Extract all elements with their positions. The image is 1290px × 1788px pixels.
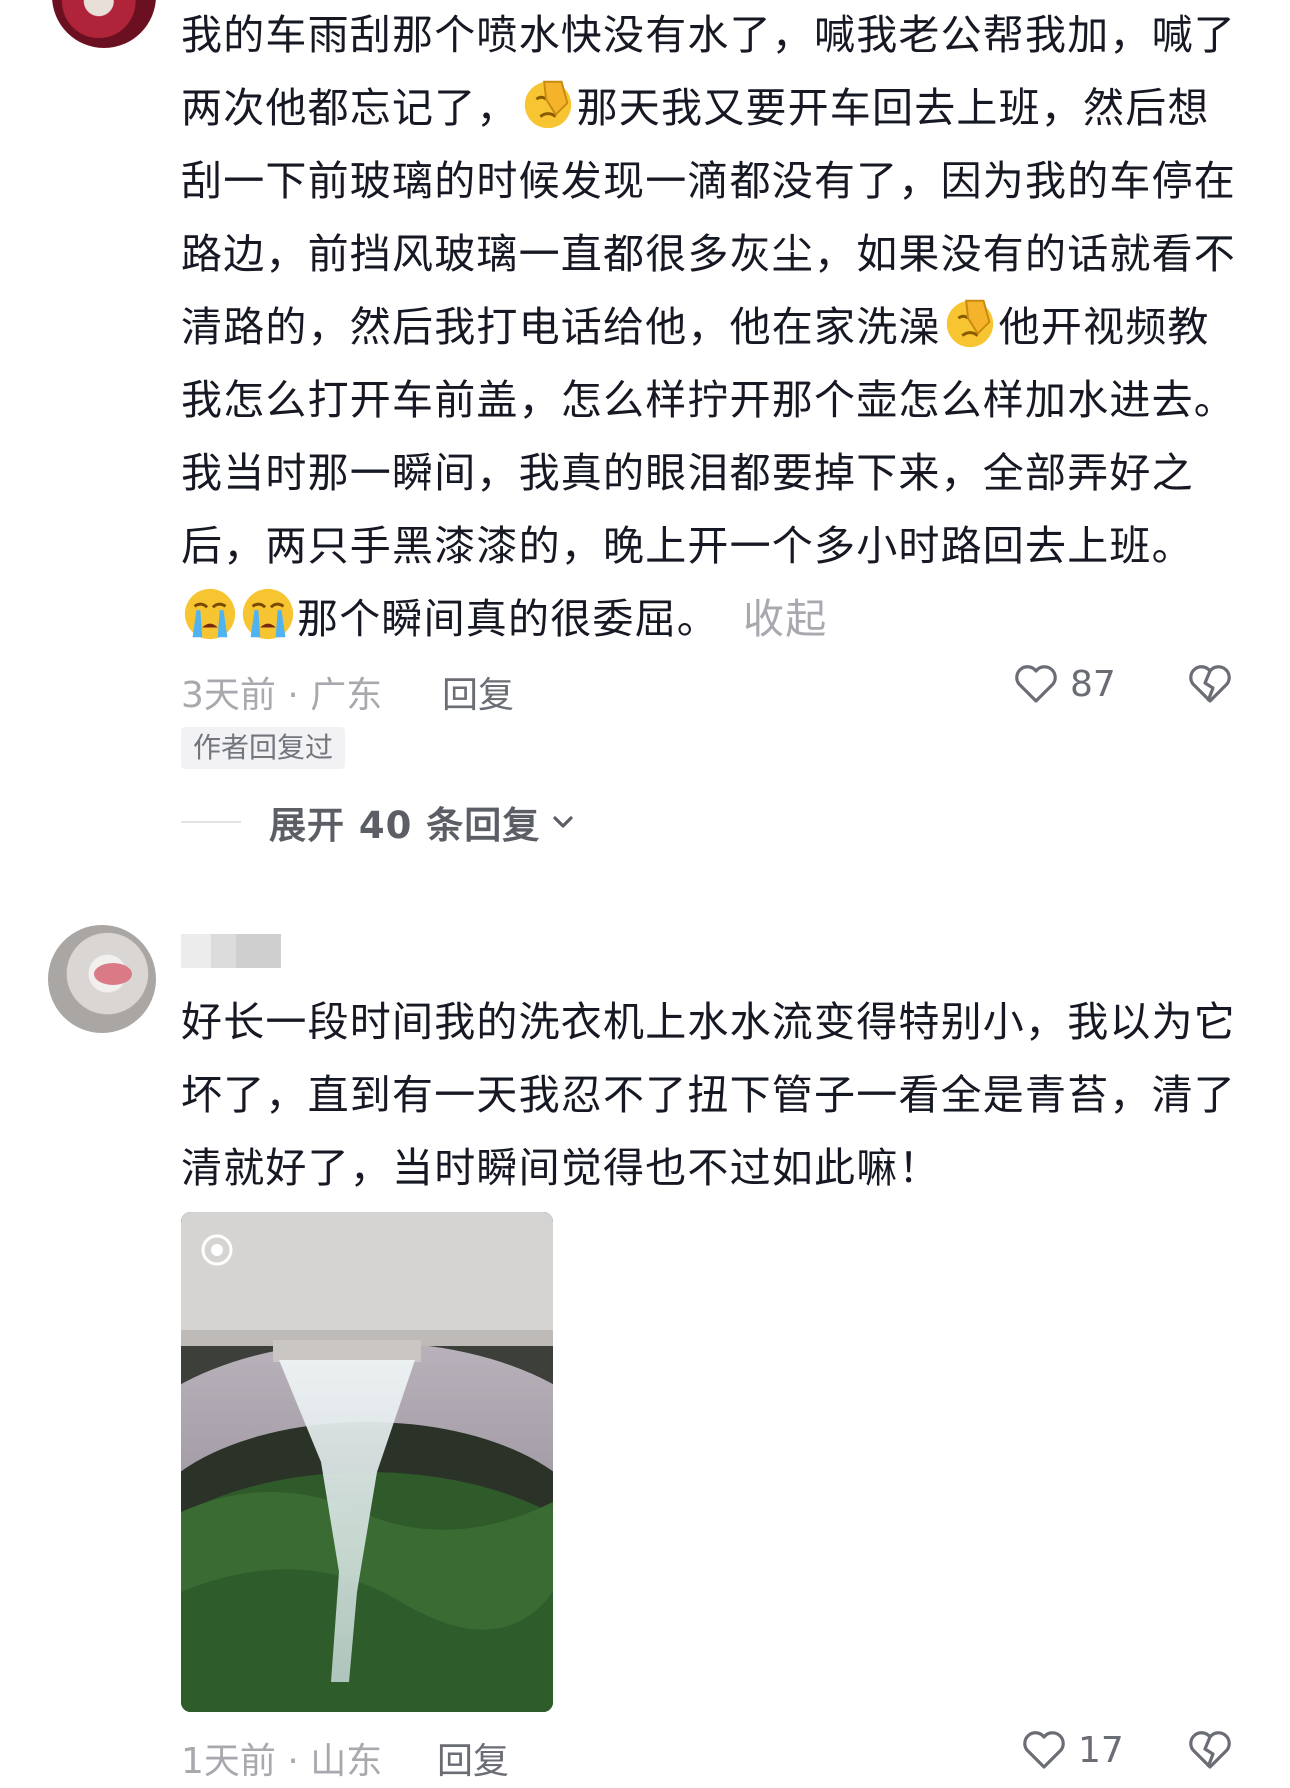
comment-text: 好长一段时间我的洗衣机上水水流变得特别小，我以为它坏了，直到有一天我忍不了扭下管…: [181, 998, 1236, 1192]
facepalm-emoji: [524, 80, 571, 129]
comment-text: 我的车雨刮那个喷水快没有水了，喊我老公帮我加，喊了两次他都忘记了， 那天我又要开车…: [181, 11, 1236, 643]
like-button[interactable]: 87: [1012, 660, 1116, 708]
heart-outline-icon: [1015, 665, 1057, 703]
expand-replies-button[interactable]: 展开 40 条回复: [181, 795, 580, 849]
like-button[interactable]: 17: [1020, 1726, 1124, 1774]
reply-button[interactable]: 回复: [437, 1732, 509, 1784]
washing-machine-photo: [181, 1212, 553, 1712]
divider: [181, 821, 241, 823]
expand-replies-label: 展开 40 条回复: [269, 804, 541, 847]
username-blurred[interactable]: [181, 934, 281, 968]
comment-time-location: 3天前 · 广东: [181, 675, 383, 716]
broken-heart-icon[interactable]: [1186, 660, 1234, 708]
crying-emoji: [242, 588, 294, 640]
broken-heart-icon[interactable]: [1186, 1726, 1234, 1774]
comment-time-location: 1天前 · 山东: [181, 1741, 383, 1782]
heart-outline-icon: [1023, 1731, 1065, 1769]
reply-button[interactable]: 回复: [442, 666, 514, 718]
collapse-link[interactable]: 收起: [743, 595, 827, 643]
like-count: 17: [1078, 1729, 1124, 1771]
like-count: 87: [1070, 663, 1116, 705]
comment-image[interactable]: [181, 1212, 553, 1712]
avatar[interactable]: [48, 925, 156, 1033]
facepalm-emoji: [946, 299, 993, 348]
avatar[interactable]: [52, 0, 156, 48]
chevron-down-icon: [553, 816, 573, 828]
crying-emoji: [184, 588, 236, 640]
author-replied-badge: 作者回复过: [181, 727, 346, 769]
